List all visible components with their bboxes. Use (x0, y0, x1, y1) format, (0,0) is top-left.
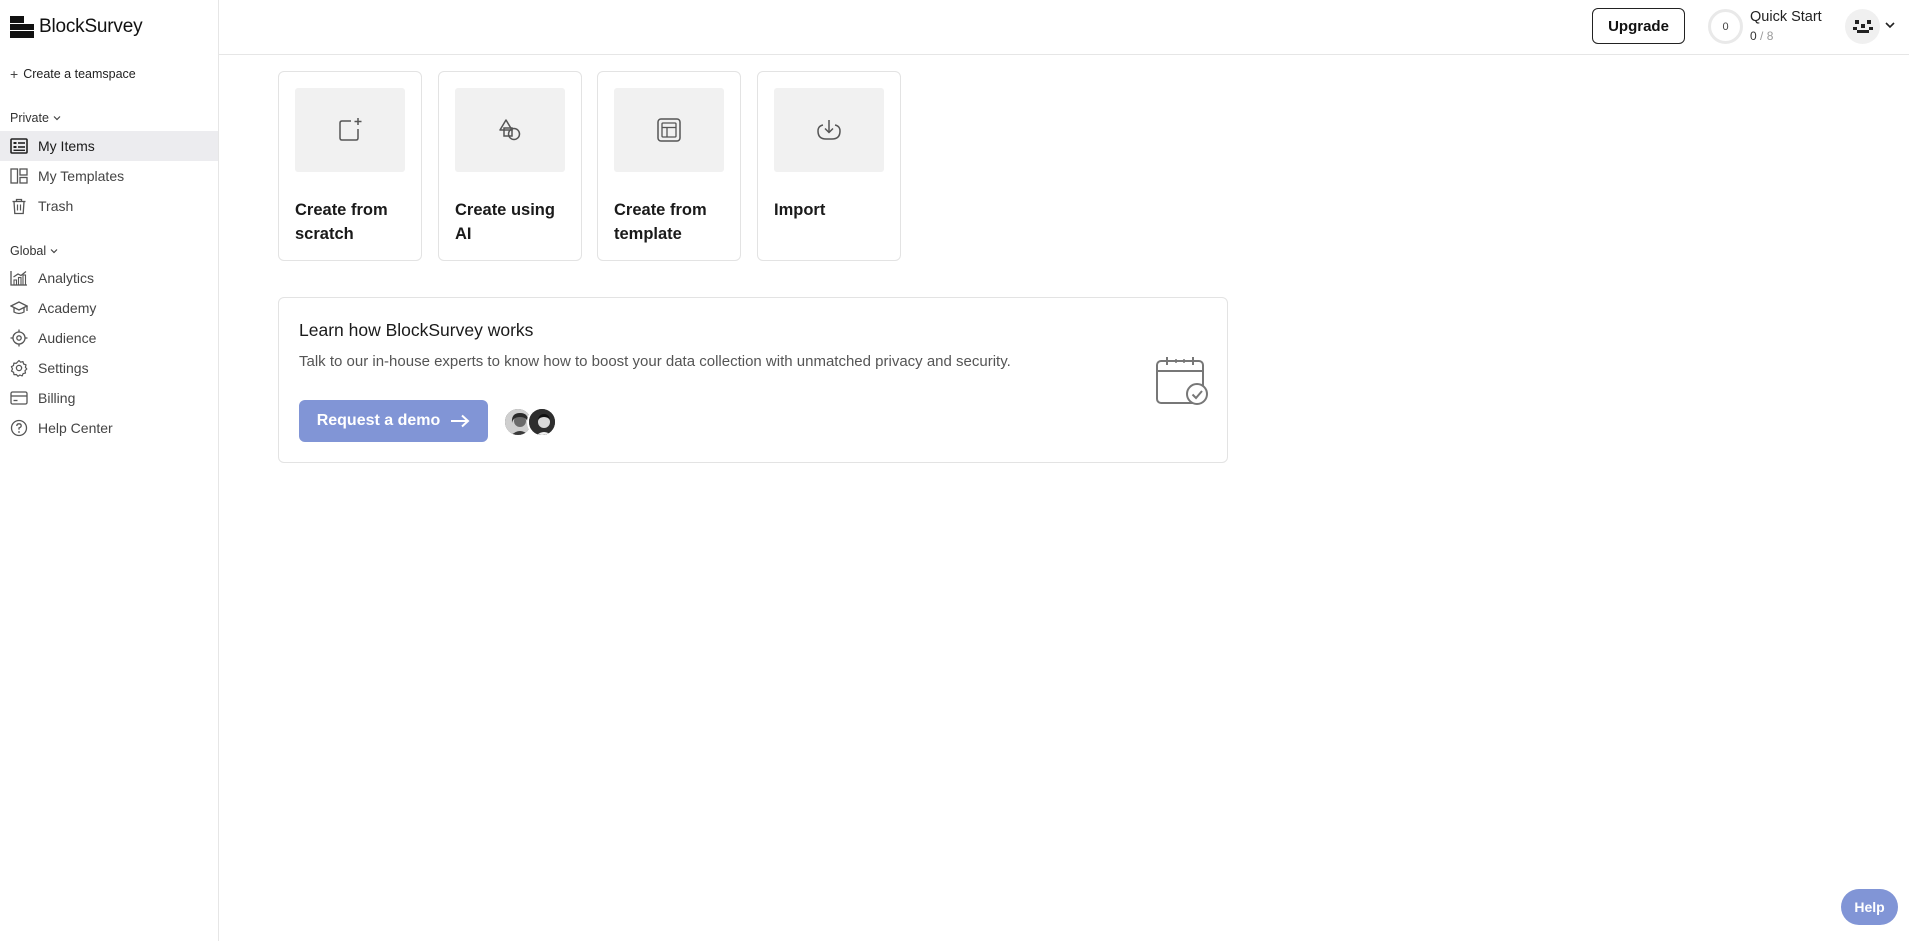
card-label: Import (774, 201, 826, 219)
shapes-icon (499, 119, 521, 141)
chevron-down-icon (53, 116, 61, 121)
sidebar-item-label: Audience (38, 330, 97, 346)
card-thumbnail (614, 88, 724, 172)
card-label: Create from template (614, 201, 707, 243)
card-thumbnail (295, 88, 405, 172)
learn-blocksurvey-panel: Learn how BlockSurvey works Talk to our … (278, 297, 1228, 463)
card-thumbnail (774, 88, 884, 172)
learn-title: Learn how BlockSurvey works (299, 320, 534, 340)
global-section-toggle[interactable]: Global (10, 244, 59, 258)
card-label: Create from scratch (295, 201, 388, 243)
sidebar: BlockSurvey + Create a teamspace Private… (0, 0, 219, 941)
list-icon (10, 137, 28, 155)
sidebar-item-academy[interactable]: Academy (0, 293, 218, 323)
create-from-scratch-card[interactable]: Create from scratch (278, 71, 422, 261)
sidebar-item-billing[interactable]: Billing (0, 383, 218, 413)
quick-start-done: 0 (1750, 29, 1757, 43)
new-document-icon (339, 118, 362, 141)
private-section-label: Private (10, 111, 49, 125)
user-identicon-icon (1852, 19, 1873, 33)
quick-start-count: 0 / 8 (1750, 29, 1773, 43)
sidebar-item-audience[interactable]: Audience (0, 323, 218, 353)
expert-avatars (503, 407, 559, 437)
chevron-down-icon (50, 249, 58, 254)
analytics-icon (10, 269, 28, 287)
brand-name: BlockSurvey (39, 16, 143, 37)
sidebar-item-label: Settings (38, 360, 89, 376)
brand-logo[interactable]: BlockSurvey (10, 12, 143, 42)
avatar[interactable] (1845, 9, 1880, 44)
quick-start-total: / 8 (1756, 29, 1774, 43)
gear-icon (10, 359, 28, 377)
sidebar-item-label: Help Center (38, 420, 113, 436)
calendar-check-icon (1156, 357, 1208, 405)
import-icon (817, 120, 841, 140)
request-demo-button[interactable]: Request a demo (299, 400, 488, 442)
create-from-template-card[interactable]: Create from template (597, 71, 741, 261)
sidebar-item-trash[interactable]: Trash (0, 191, 218, 221)
chevron-down-icon[interactable] (1884, 19, 1896, 31)
request-demo-label: Request a demo (316, 412, 441, 429)
sidebar-item-my-items[interactable]: My Items (0, 131, 218, 161)
sidebar-item-analytics[interactable]: Analytics (0, 263, 218, 293)
card-label: Create using AI (455, 201, 555, 243)
sidebar-item-label: Trash (38, 198, 74, 214)
plus-icon: + (10, 66, 19, 82)
learn-description: Talk to our in-house experts to know how… (299, 353, 1011, 370)
template-layout-icon (657, 118, 681, 142)
blocksurvey-logo-icon (10, 16, 34, 38)
sidebar-item-label: Academy (38, 300, 97, 316)
sidebar-item-my-templates[interactable]: My Templates (0, 161, 218, 191)
templates-icon (10, 167, 28, 185)
target-icon (10, 329, 28, 347)
global-section-label: Global (10, 244, 47, 258)
trash-icon (10, 197, 28, 215)
create-teamspace-label: Create a teamspace (23, 67, 136, 81)
quick-start-title[interactable]: Quick Start (1750, 9, 1822, 25)
expert-avatar (527, 407, 557, 437)
quick-start-ring-value: 0 (1722, 20, 1729, 33)
sidebar-item-label: Billing (38, 390, 76, 406)
import-card[interactable]: Import (757, 71, 901, 261)
sidebar-item-label: Analytics (38, 270, 95, 286)
arrow-right-icon (451, 414, 470, 428)
graduation-cap-icon (10, 299, 28, 317)
upgrade-button[interactable]: Upgrade (1592, 8, 1685, 44)
question-circle-icon (10, 419, 28, 437)
sidebar-item-help-center[interactable]: Help Center (0, 413, 218, 443)
card-thumbnail (455, 88, 565, 172)
private-section-toggle[interactable]: Private (10, 111, 62, 125)
quick-start-progress-ring[interactable]: 0 (1708, 9, 1743, 44)
help-button[interactable]: Help (1841, 889, 1898, 925)
create-using-ai-card[interactable]: Create using AI (438, 71, 582, 261)
create-teamspace-link[interactable]: + Create a teamspace (10, 66, 136, 82)
sidebar-item-label: My Templates (38, 168, 125, 184)
sidebar-item-settings[interactable]: Settings (0, 353, 218, 383)
credit-card-icon (10, 389, 28, 407)
sidebar-item-label: My Items (38, 138, 95, 154)
